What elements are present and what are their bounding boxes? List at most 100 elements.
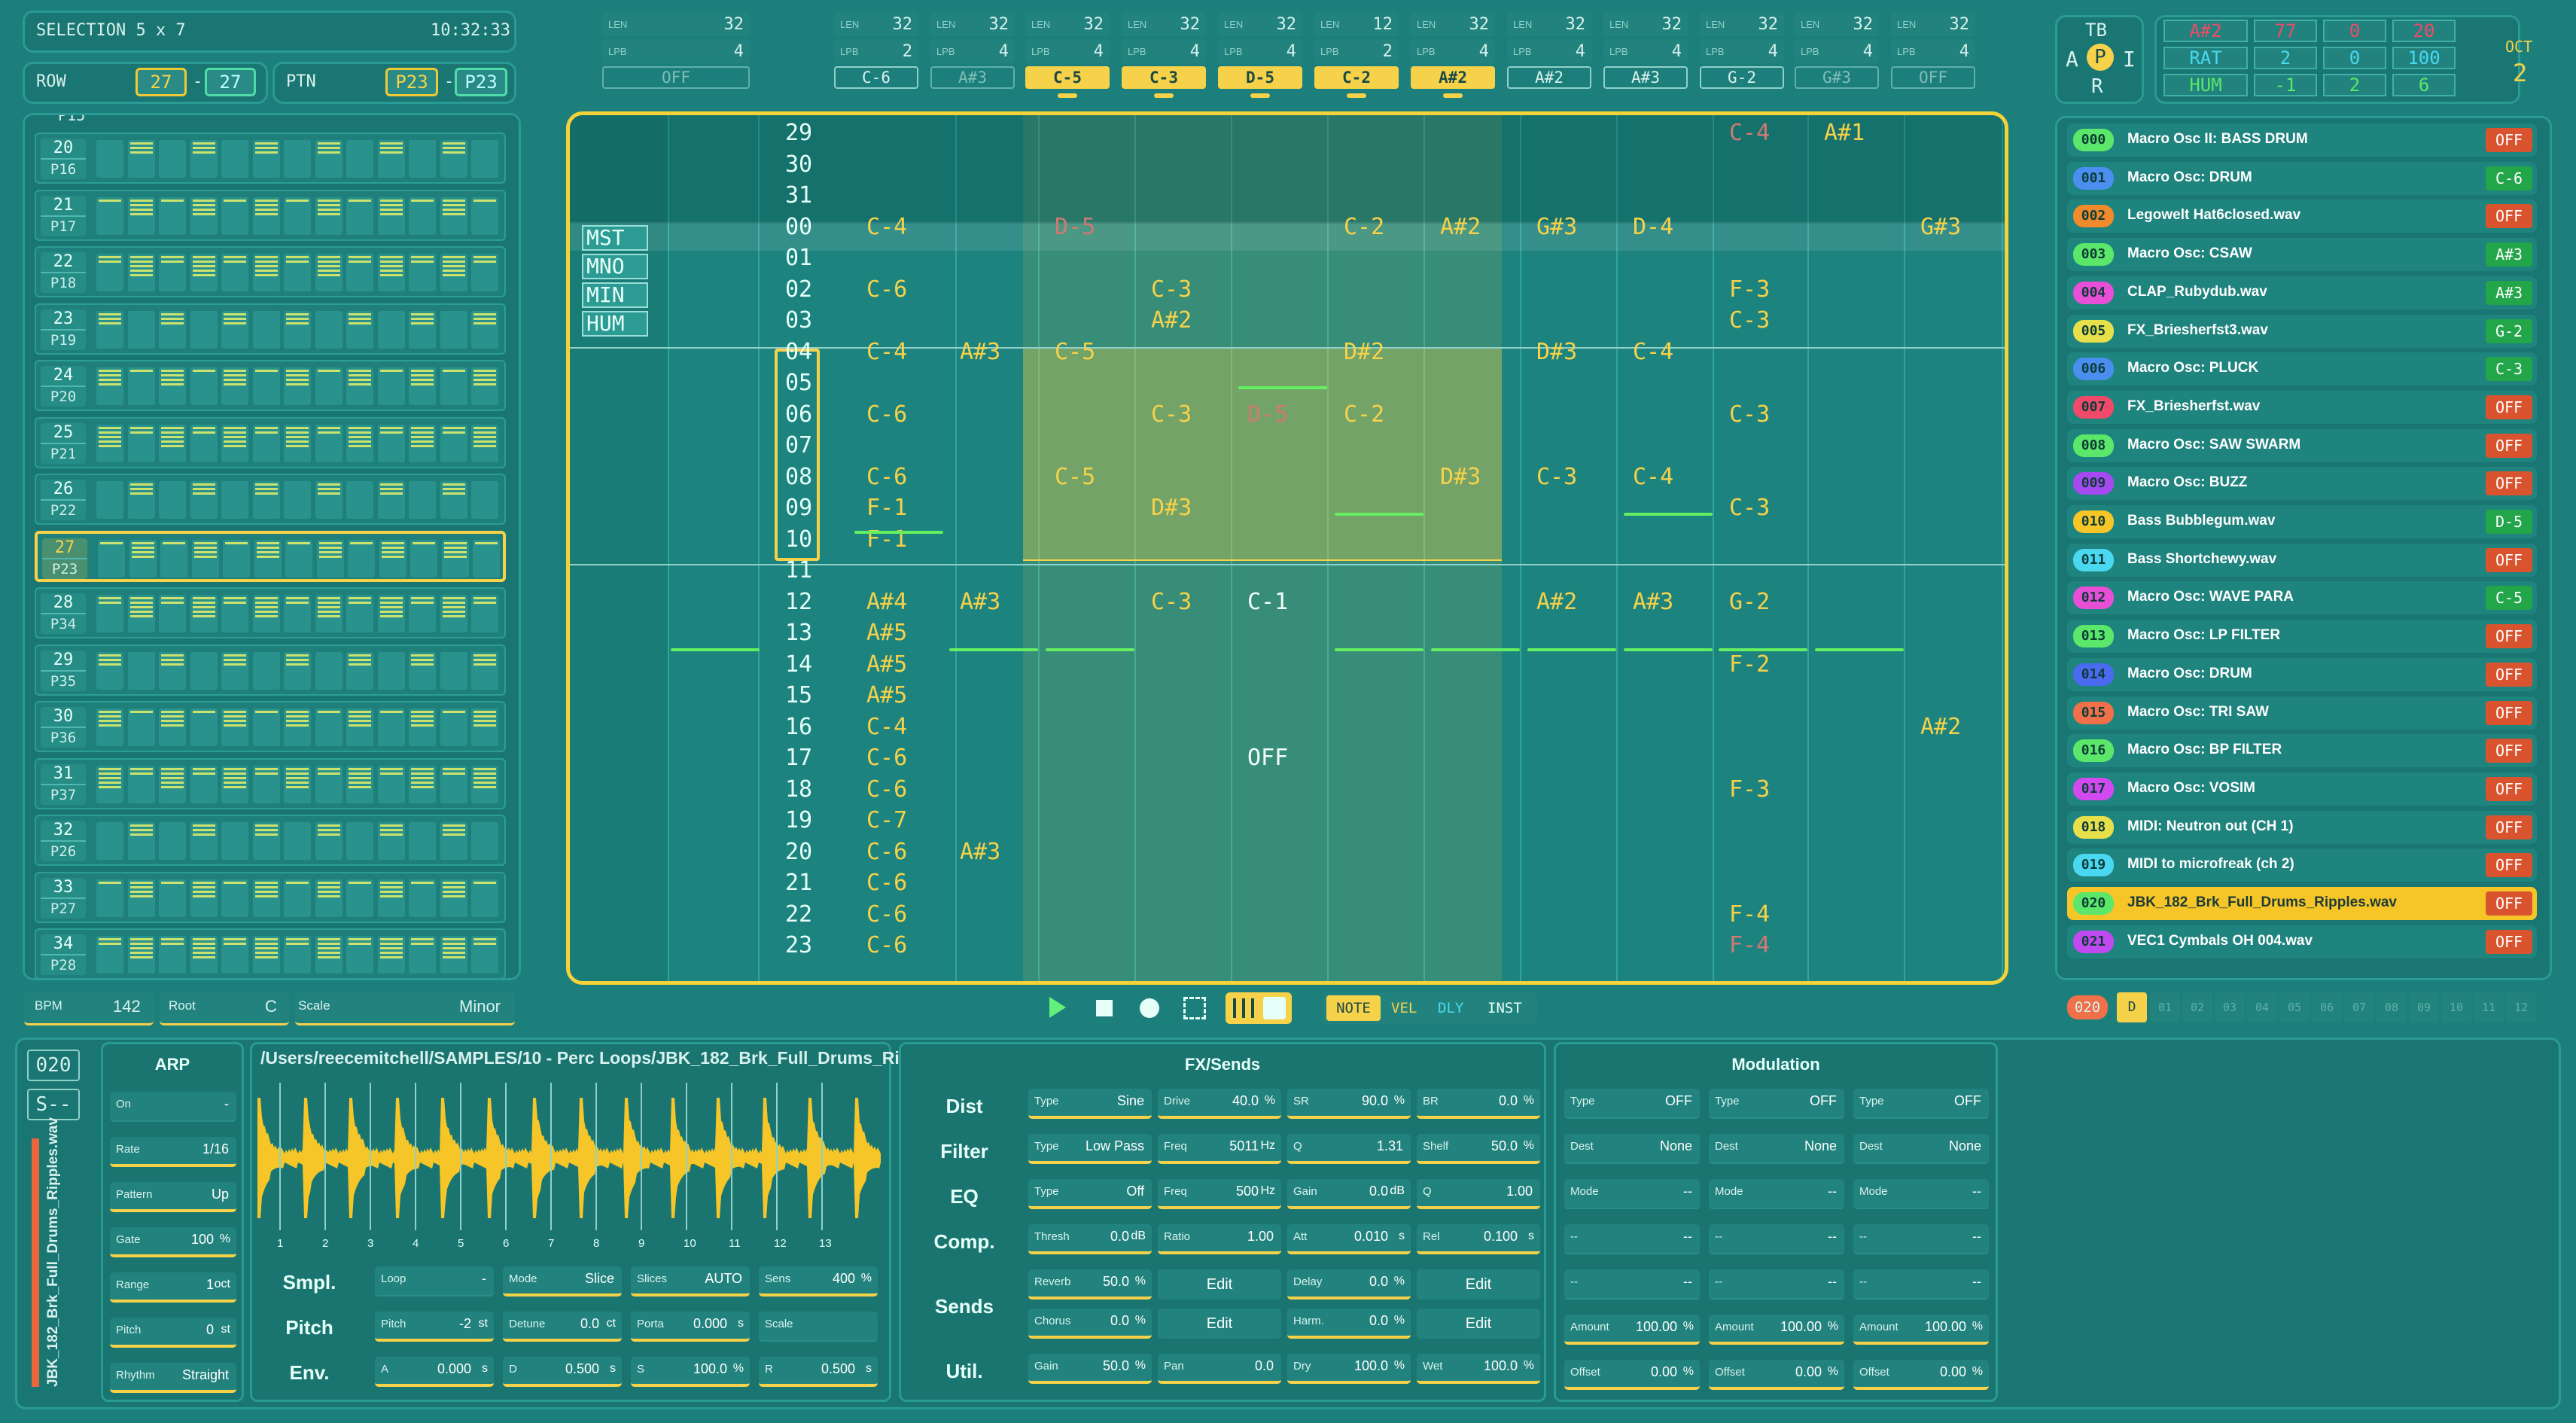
note-cell[interactable]: D#3 [1151,495,1192,521]
pattern-cell[interactable] [159,936,186,974]
pattern-cell[interactable] [127,481,155,519]
param-field[interactable]: Type Off [1028,1179,1152,1209]
pattern-cell[interactable] [221,254,248,291]
harm-edit-button[interactable]: Edit [1417,1309,1540,1339]
pattern-row[interactable]: 33 P27 [35,871,506,923]
note-cell[interactable]: A#5 [866,682,907,708]
lpb-field[interactable]: LPB 4 [1795,39,1879,63]
pattern-cell[interactable] [473,539,500,577]
param-field[interactable]: BR 0.0% [1417,1089,1540,1119]
pattern-cell[interactable] [221,879,248,917]
pattern-cell[interactable] [409,481,436,519]
pattern-cell[interactable] [315,708,343,746]
param-field[interactable]: Detune 0.0 ct [503,1312,622,1342]
inst-tab[interactable]: 08 [2377,992,2407,1022]
len-field[interactable]: LEN 32 [1507,12,1591,36]
column-header[interactable]: LEN 32 LPB 4 A#2 [1507,12,1591,102]
pattern-row[interactable]: 20 P16 [35,133,506,184]
param-field[interactable]: Pitch 0st [110,1318,236,1348]
inst-tab[interactable]: 05 [2279,992,2310,1022]
pattern-cell[interactable] [315,936,343,974]
param-field[interactable]: Q 1.31 [1287,1134,1411,1164]
pattern-cell[interactable] [409,708,436,746]
matrix-cell[interactable]: HUM [2163,74,2248,96]
pattern-cell[interactable] [471,822,498,860]
lpb-field[interactable]: LPB 4 [1411,39,1495,63]
column-note[interactable]: G-2 [1700,66,1784,89]
note-cell[interactable]: C-6 [866,464,907,490]
instrument-row[interactable]: 005 FX_Briesherfst3.wav G-2 [2067,314,2537,348]
param-field[interactable]: Type OFF [1564,1089,1700,1119]
note-cell[interactable]: D-4 [1633,214,1673,240]
pattern-cell[interactable] [377,424,405,462]
pattern-cell[interactable] [98,539,125,577]
param-field[interactable]: Rel 0.100 s [1417,1224,1540,1254]
pattern-cell[interactable] [346,367,373,405]
pattern-cell[interactable] [440,708,467,746]
pattern-cell[interactable] [160,539,187,577]
note-cell[interactable]: F-3 [1729,776,1770,803]
param-field[interactable]: Gain 50.0% [1028,1354,1152,1384]
param-field[interactable]: Mode -- [1709,1179,1844,1209]
instrument-row[interactable]: 017 Macro Osc: VOSIM OFF [2067,772,2537,806]
pattern-cell[interactable] [315,879,343,917]
pattern-cell[interactable] [284,367,311,405]
param-field[interactable]: Q 1.00 [1417,1179,1540,1209]
pattern-cell[interactable] [315,651,343,690]
column-note[interactable]: OFF [1891,66,1975,89]
pattern-cell[interactable] [284,708,311,746]
pattern-cell[interactable] [221,140,248,178]
note-cell[interactable]: A#3 [960,839,1000,865]
note-cell[interactable]: A#3 [960,339,1000,365]
instrument-row[interactable]: 009 Macro Osc: BUZZ OFF [2067,467,2537,501]
param-field[interactable]: Type Sine [1028,1089,1152,1119]
column-header[interactable]: LEN 32 LPB 4 A#3 [930,12,1015,102]
param-field[interactable]: -- -- [1564,1269,1700,1300]
pattern-cell[interactable] [409,310,436,349]
param-field[interactable]: Offset 0.00% [1564,1360,1700,1390]
len-field[interactable]: LEN 32 [1700,12,1784,36]
stop-button[interactable] [1096,1000,1113,1016]
pattern-cell[interactable] [440,140,467,178]
note-cell[interactable]: F-3 [1729,276,1770,303]
pattern-cell[interactable] [348,539,375,577]
tab-inst[interactable]: INST [1487,1000,1522,1016]
pattern-cell[interactable] [440,595,467,632]
note-cell[interactable]: A#4 [866,589,907,615]
ptn-from[interactable]: P23 [385,68,438,96]
pattern-row[interactable]: 21 P17 [35,189,506,241]
param-field[interactable]: Mode -- [1853,1179,1989,1209]
pattern-cell[interactable] [440,197,467,235]
pattern-cell[interactable] [284,424,311,462]
note-cell[interactable]: C-4 [866,714,907,740]
pattern-cell[interactable] [377,197,405,235]
param-field[interactable]: Pitch -2 st [375,1312,494,1342]
param-field[interactable]: -- -- [1853,1269,1989,1300]
pattern-cell[interactable] [409,367,436,405]
pattern-cell[interactable] [409,936,436,974]
pattern-cell[interactable] [129,539,157,577]
pattern-cell[interactable] [190,367,218,405]
pattern-cell[interactable] [190,254,218,291]
pattern-cell[interactable] [96,651,123,690]
note-cell[interactable]: C-4 [1633,464,1673,490]
len-field[interactable]: LEN 32 [1411,12,1495,36]
param-field[interactable]: Porta 0.000 s [631,1312,750,1342]
pattern-cell[interactable] [96,140,123,178]
pattern-cell[interactable] [190,708,218,746]
pattern-cell[interactable] [190,822,218,860]
note-cell[interactable]: C-4 [866,339,907,365]
pattern-cell[interactable] [223,539,250,577]
pattern-cell[interactable] [471,595,498,632]
matrix-cell[interactable]: -1 [2254,74,2317,96]
pattern-cell[interactable] [315,481,343,519]
pattern-cell[interactable] [440,765,467,803]
param-field[interactable]: Att 0.010 s [1287,1224,1411,1254]
param-field[interactable]: Type OFF [1853,1089,1989,1119]
pattern-cell[interactable] [252,936,280,974]
instrument-status[interactable]: C-6 [2486,166,2532,190]
pattern-cell[interactable] [409,595,436,632]
pattern-cell[interactable] [221,936,248,974]
pattern-cell[interactable] [96,595,123,632]
pattern-cell[interactable] [346,651,373,690]
